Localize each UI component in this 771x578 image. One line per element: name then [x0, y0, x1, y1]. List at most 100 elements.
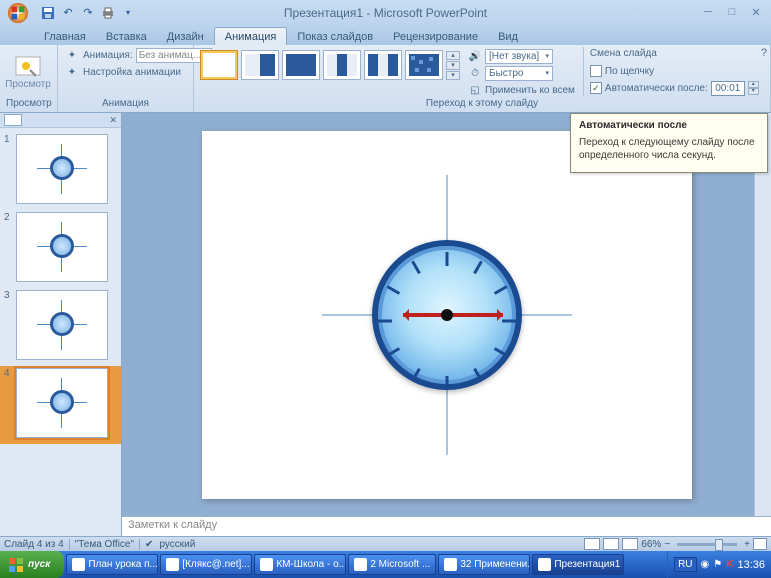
close-button[interactable]: ✕ — [747, 6, 765, 19]
thumb-number: 4 — [4, 368, 12, 438]
slide-thumbnail[interactable]: 3 — [0, 288, 121, 366]
zoom-out[interactable]: − — [664, 539, 670, 550]
view-sorter[interactable] — [603, 538, 619, 550]
tab-review[interactable]: Рецензирование — [383, 28, 488, 45]
tab-home[interactable]: Главная — [34, 28, 96, 45]
taskbar-item-label: 32 Применени... — [460, 559, 530, 570]
slides-tab[interactable] — [4, 114, 22, 126]
print-icon[interactable] — [100, 5, 116, 21]
slide-panel-close[interactable]: ✕ — [109, 115, 117, 126]
tab-slideshow[interactable]: Показ слайдов — [287, 28, 383, 45]
start-button[interactable]: пуск — [0, 551, 64, 578]
tray-icon[interactable]: ◉ — [701, 559, 710, 570]
slide-thumbnail[interactable]: 1 — [0, 132, 121, 210]
taskbar-item-label: Презентация1 — [554, 559, 620, 570]
transition-item[interactable] — [241, 50, 279, 80]
on-click-checkbox[interactable] — [590, 65, 602, 77]
view-slideshow[interactable] — [622, 538, 638, 550]
spellcheck-icon[interactable]: ✔ — [145, 539, 153, 550]
status-bar: Слайд 4 из 4 "Тема Office" ✔ русский 66%… — [0, 536, 771, 551]
tooltip: Автоматически после Переход к следующему… — [570, 113, 768, 173]
app-icon — [166, 558, 179, 571]
status-language[interactable]: русский — [159, 539, 195, 550]
taskbar-item[interactable]: 2 Microsoft ... — [348, 554, 436, 575]
preview-icon — [14, 55, 42, 79]
tooltip-title: Автоматически после — [579, 120, 759, 131]
taskbar-item[interactable]: [Клякс@.net]... — [160, 554, 252, 575]
app-icon — [72, 558, 85, 571]
tray-icon[interactable]: ⚑ — [713, 559, 722, 570]
taskbar-item[interactable]: Презентация1 — [532, 554, 624, 575]
on-click-label: По щелчку — [605, 66, 654, 77]
tooltip-body: Переход к следующему слайду после опреде… — [579, 137, 759, 162]
title-bar: ↶ ↷ ▾ Презентация1 - Microsoft PowerPoin… — [0, 0, 771, 25]
auto-after-checkbox[interactable]: ✓ — [590, 82, 602, 94]
zoom-in[interactable]: + — [744, 539, 750, 550]
taskbar-item[interactable]: КМ-Школа - о... — [254, 554, 346, 575]
tab-animation[interactable]: Анимация — [214, 27, 288, 45]
canvas-wrap — [122, 113, 771, 516]
transition-item[interactable] — [282, 50, 320, 80]
taskbar-item[interactable]: 32 Применени... — [438, 554, 530, 575]
fit-window[interactable] — [753, 538, 767, 550]
notes-pane[interactable]: Заметки к слайду — [122, 516, 771, 536]
app-icon — [538, 558, 551, 571]
view-normal[interactable] — [584, 538, 600, 550]
time-spinner[interactable]: ▴▾ — [748, 81, 759, 95]
app-icon — [444, 558, 457, 571]
sound-dropdown[interactable]: [Нет звука]▾ — [485, 49, 553, 64]
slide-thumbnail[interactable]: 4 — [0, 366, 121, 444]
office-button[interactable] — [2, 0, 34, 25]
custom-animation-button[interactable]: ✦ Настройка анимации — [64, 64, 212, 80]
preview-button[interactable]: Просмотр — [6, 47, 50, 97]
group-transition: ▴ ▾ ▾ 🔊 [Нет звука]▾ ⏱ Быстро▾ ◱ Примени… — [194, 45, 771, 112]
minimize-button[interactable]: ─ — [699, 6, 717, 19]
auto-after-row[interactable]: ✓ Автоматически после: 00:01 ▴▾ — [590, 80, 759, 96]
tray-icon[interactable]: K — [726, 559, 733, 570]
sound-icon: 🔊 — [468, 49, 482, 63]
auto-after-time[interactable]: 00:01 — [711, 81, 745, 96]
restore-button[interactable]: □ — [723, 6, 741, 19]
transition-item[interactable] — [405, 50, 443, 80]
qat-more-icon[interactable]: ▾ — [120, 5, 136, 21]
preview-label: Просмотр — [5, 79, 51, 90]
save-icon[interactable] — [40, 5, 56, 21]
transition-none[interactable] — [200, 50, 238, 80]
tab-design[interactable]: Дизайн — [157, 28, 214, 45]
slide-canvas[interactable] — [202, 131, 692, 499]
tab-insert[interactable]: Вставка — [96, 28, 157, 45]
gallery-more[interactable]: ▾ — [446, 71, 460, 80]
workspace: ✕ 1 2 3 4 Заметки к слайду — [0, 113, 771, 536]
slide-thumbnail[interactable]: 2 — [0, 210, 121, 288]
taskbar-item[interactable]: План урока п... — [66, 554, 158, 575]
redo-icon[interactable]: ↷ — [80, 5, 96, 21]
start-label: пуск — [28, 559, 50, 570]
group-label-animation: Анимация — [64, 98, 187, 112]
clock-shape[interactable] — [372, 240, 522, 390]
advance-title: Смена слайда — [590, 48, 759, 62]
gallery-down[interactable]: ▾ — [446, 61, 460, 70]
on-click-row[interactable]: По щелчку — [590, 63, 759, 79]
taskbar-item-label: [Клякс@.net]... — [182, 559, 249, 570]
slide-thumbnails: 1 2 3 4 — [0, 128, 121, 536]
zoom-slider[interactable] — [677, 543, 737, 546]
speed-dropdown[interactable]: Быстро▾ — [485, 66, 553, 81]
gallery-up[interactable]: ▴ — [446, 51, 460, 60]
custom-anim-icon: ✦ — [64, 64, 80, 80]
undo-icon[interactable]: ↶ — [60, 5, 76, 21]
zoom-percent[interactable]: 66% — [641, 539, 661, 550]
group-animation: ✦ Анимация: Без анимац...▾ ✦ Настройка а… — [58, 45, 194, 112]
transition-item[interactable] — [364, 50, 402, 80]
status-slide: Слайд 4 из 4 — [4, 539, 64, 550]
scrollbar-vertical[interactable] — [754, 113, 771, 516]
thumb-number: 3 — [4, 290, 12, 360]
slide-panel: ✕ 1 2 3 4 — [0, 113, 122, 536]
document-title: Презентация1 - Microsoft PowerPoint — [284, 6, 487, 20]
tab-view[interactable]: Вид — [488, 28, 528, 45]
app-icon — [354, 558, 367, 571]
language-indicator[interactable]: RU — [674, 557, 696, 572]
tray-clock[interactable]: 13:36 — [737, 559, 765, 571]
taskbar-item-label: План урока п... — [88, 559, 158, 570]
transition-item[interactable] — [323, 50, 361, 80]
apply-all-button[interactable]: ◱ Применить ко всем — [468, 82, 575, 98]
